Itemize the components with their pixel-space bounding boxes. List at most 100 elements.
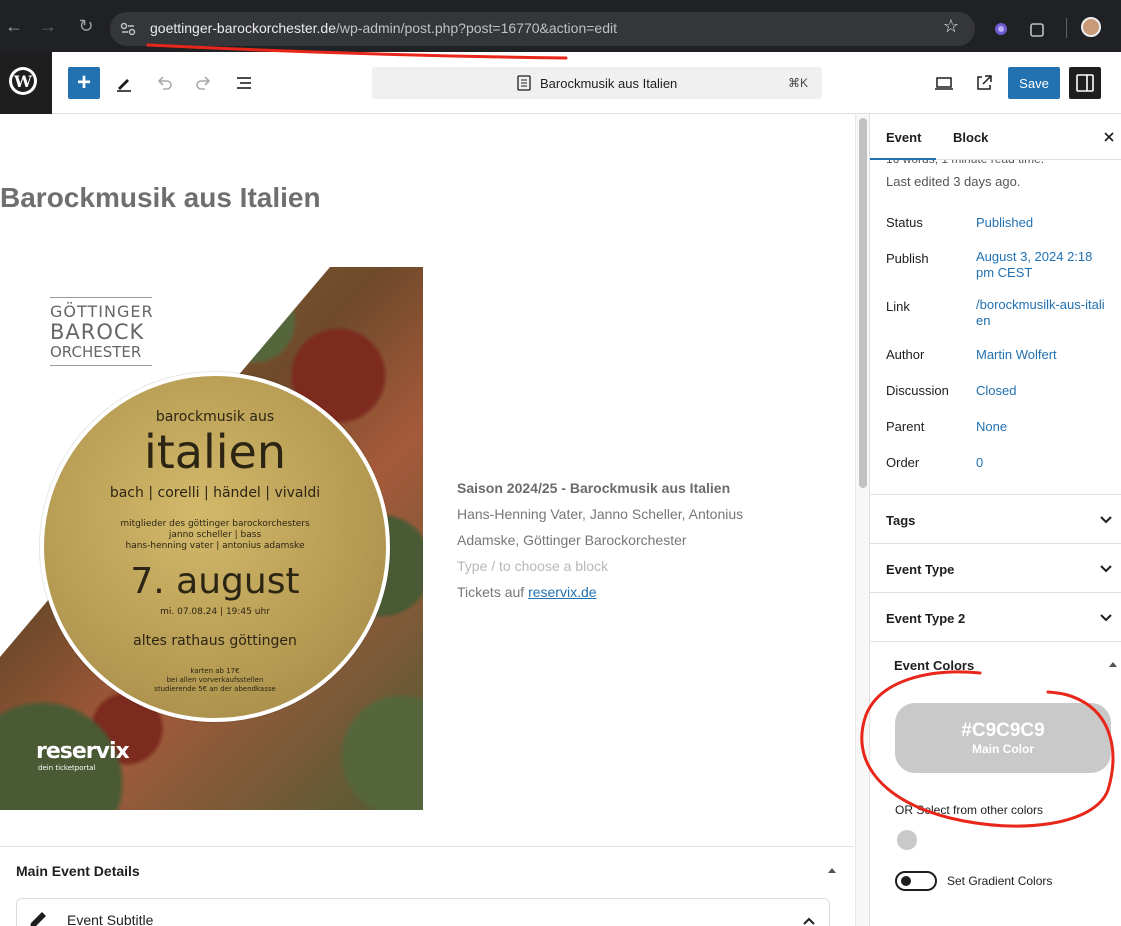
publish-label: Publish <box>886 251 929 266</box>
reservix-tagline: dein ticketportal <box>38 764 96 772</box>
extensions-icon[interactable] <box>1028 19 1048 39</box>
bookmark-star-icon[interactable]: ☆ <box>939 14 963 38</box>
event-colors-title[interactable]: Event Colors <box>894 658 974 673</box>
order-label: Order <box>886 455 920 470</box>
tags-title: Tags <box>886 513 916 528</box>
parent-value[interactable]: None <box>976 419 1106 435</box>
status-value[interactable]: Published <box>976 215 1106 231</box>
profile-avatar[interactable] <box>1081 17 1101 37</box>
collapse-arrow-icon[interactable] <box>1108 660 1118 668</box>
event-type-section[interactable]: Event Type <box>870 543 1121 592</box>
main-color-hex: #C9C9C9 <box>961 720 1045 741</box>
browser-toolbar: ← → ↻ goettinger-barockorchester.de/wp-a… <box>0 0 1121 52</box>
shortcut-hint: ⌘K <box>788 76 809 90</box>
sidebar-tabs: Event Block <box>870 114 1121 160</box>
save-button[interactable]: Save <box>1008 67 1060 99</box>
status-label: Status <box>886 215 923 230</box>
author-label: Author <box>886 347 925 362</box>
document-overview-icon[interactable] <box>228 67 260 99</box>
discussion-value[interactable]: Closed <box>976 383 1106 399</box>
editor-canvas: Barockmusik aus Italien GÖTTINGER BAROCK… <box>0 114 854 926</box>
publish-value[interactable]: August 3, 2024 2:18 pm CEST <box>976 249 1106 281</box>
preview-device-icon[interactable] <box>928 67 960 99</box>
event-subtitle-label: Event Subtitle <box>67 912 154 926</box>
other-colors-label: OR Select from other colors <box>895 803 1044 817</box>
wordpress-logo[interactable]: W <box>0 52 52 114</box>
event-type-2-title: Event Type 2 <box>886 611 966 626</box>
wordpress-icon: W <box>9 67 37 95</box>
meta-panel-title: Main Event Details <box>16 863 140 879</box>
document-title: Barockmusik aus Italien <box>540 76 678 91</box>
sidebar-icon <box>1076 74 1094 92</box>
poster-date: 7. august <box>130 561 300 602</box>
post-title[interactable]: Barockmusik aus Italien <box>0 182 321 214</box>
post-content-blocks[interactable]: Saison 2024/25 - Barockmusik aus Italien… <box>457 475 787 605</box>
tickets-paragraph[interactable]: Tickets auf reservix.de <box>457 579 787 605</box>
main-color-swatch[interactable]: #C9C9C9 Main Color <box>895 703 1111 773</box>
poster-members: janno scheller | bass <box>168 530 262 540</box>
chevron-up-icon[interactable] <box>801 913 817 926</box>
poster-heading-small: barockmusik aus <box>155 409 275 425</box>
extension-puzzle-purple-icon[interactable] <box>991 19 1011 39</box>
poster-time: mi. 07.08.24 | 19:45 uhr <box>160 607 270 617</box>
main-event-details-panel: Main Event Details Event Subtitle <box>0 846 854 926</box>
pencil-icon <box>30 912 46 926</box>
main-color-label: Main Color <box>972 742 1034 756</box>
color-option-gray[interactable] <box>897 830 917 850</box>
tab-block[interactable]: Block <box>953 130 988 145</box>
redo-icon[interactable] <box>188 67 220 99</box>
view-post-external-icon[interactable] <box>968 67 1000 99</box>
reservix-logo: reservix <box>36 739 130 764</box>
discussion-label: Discussion <box>886 383 949 398</box>
tab-event[interactable]: Event <box>886 130 921 145</box>
site-settings-icon[interactable] <box>120 21 136 37</box>
editor-toolbar: W + Barockmusik aus Italien ⌘K Save <box>0 52 1121 114</box>
gradient-toggle[interactable] <box>895 871 937 891</box>
toolbar-divider <box>1066 18 1067 38</box>
url-text: goettinger-barockorchester.de/wp-admin/p… <box>150 20 617 36</box>
poster-members: hans-henning vater | antonius adamske <box>125 541 305 551</box>
back-icon[interactable]: ← <box>2 14 26 38</box>
close-icon[interactable] <box>1102 130 1116 144</box>
tickets-link[interactable]: reservix.de <box>528 584 596 600</box>
link-label: Link <box>886 299 910 314</box>
reload-icon[interactable]: ↻ <box>74 14 98 38</box>
event-type-2-section[interactable]: Event Type 2 <box>870 592 1121 641</box>
last-edited: Last edited 3 days ago. <box>886 174 1021 189</box>
collapse-arrow-icon[interactable] <box>826 865 838 875</box>
performers-text[interactable]: Hans-Henning Vater, Janno Scheller, Anto… <box>457 501 787 553</box>
chevron-down-icon <box>1100 516 1112 524</box>
undo-icon[interactable] <box>148 67 180 99</box>
event-subtitle-field[interactable]: Event Subtitle <box>16 898 830 926</box>
settings-sidebar-toggle[interactable] <box>1069 67 1101 99</box>
orchestra-logo: GÖTTINGER BAROCK ORCHESTER <box>50 297 153 366</box>
poster-price: bei allen vorverkaufsstellen <box>166 676 264 684</box>
tickets-prefix: Tickets auf <box>457 584 529 600</box>
block-placeholder[interactable]: Type / to choose a block <box>457 553 787 579</box>
tags-section[interactable]: Tags <box>870 494 1121 543</box>
season-heading[interactable]: Saison 2024/25 - Barockmusik aus Italien <box>457 475 787 501</box>
order-value[interactable]: 0 <box>976 455 1106 471</box>
scrollbar-thumb[interactable] <box>859 118 867 488</box>
add-block-button[interactable]: + <box>68 67 100 99</box>
forward-icon[interactable]: → <box>36 14 60 38</box>
active-tab-indicator <box>870 158 936 160</box>
tools-pencil-icon[interactable] <box>108 67 140 99</box>
poster-venue: altes rathaus göttingen <box>133 633 297 649</box>
poster-price: karten ab 17€ <box>190 667 240 675</box>
author-value[interactable]: Martin Wolfert <box>976 347 1106 363</box>
gradient-label: Set Gradient Colors <box>947 874 1053 888</box>
poster-members: mitglieder des göttinger barockorchester… <box>120 519 310 529</box>
poster-composers: bach | corelli | händel | vivaldi <box>109 485 321 501</box>
svg-text:W: W <box>13 72 33 91</box>
editor-scrollbar[interactable] <box>855 114 869 926</box>
link-value[interactable]: /borockmusilk-aus-italien <box>976 297 1106 329</box>
chevron-down-icon <box>1100 565 1112 573</box>
page-icon <box>517 75 531 91</box>
event-poster-image[interactable]: GÖTTINGER BAROCK ORCHESTER barockmusik a… <box>0 267 423 810</box>
parent-label: Parent <box>886 419 925 434</box>
settings-sidebar: Event Block 16 words, 1 minute read time… <box>869 114 1121 926</box>
poster-price: studierende 5€ an der abendkasse <box>154 685 276 693</box>
command-palette-bar[interactable]: Barockmusik aus Italien ⌘K <box>372 67 822 99</box>
chevron-down-icon <box>1100 614 1112 622</box>
